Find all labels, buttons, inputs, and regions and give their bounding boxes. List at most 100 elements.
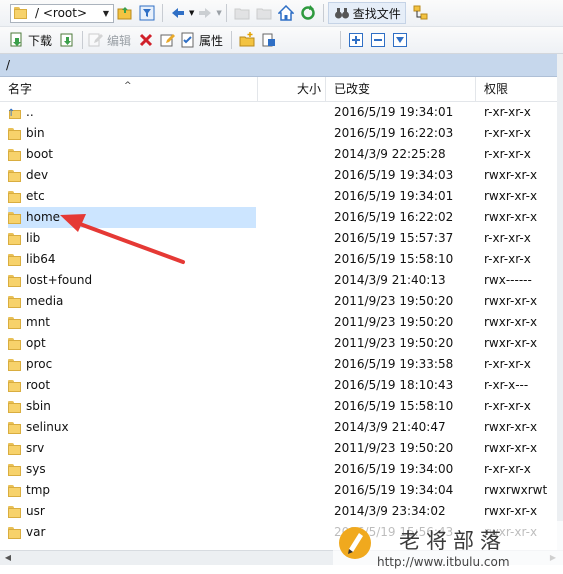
- properties-button[interactable]: 属性: [179, 30, 223, 50]
- vertical-scrollbar[interactable]: [557, 54, 563, 550]
- file-row[interactable]: boot 2014/3/9 22:25:28 r-xr-xr-x: [0, 144, 557, 165]
- file-row[interactable]: etc 2016/5/19 19:34:01 rwxr-xr-x: [0, 186, 557, 207]
- top-toolbar: / <root> ▼ ▼ ▼ 查找文件: [0, 0, 563, 27]
- file-row-home[interactable]: home 2016/5/19 16:22:02 rwxr-xr-x: [0, 207, 557, 228]
- file-modified: 2016/5/19 15:58:10: [334, 252, 454, 266]
- file-modified: 2016/5/19 19:33:58: [334, 357, 454, 371]
- file-row[interactable]: bin 2016/5/19 16:22:03 r-xr-xr-x: [0, 123, 557, 144]
- file-name-cell: lib: [8, 228, 256, 249]
- new-folder-icon[interactable]: [237, 30, 257, 50]
- filter-icon[interactable]: [137, 3, 157, 23]
- refresh-icon[interactable]: [298, 3, 318, 23]
- file-name-cell: boot: [8, 144, 256, 165]
- file-name-cell: opt: [8, 333, 256, 354]
- open-folder-icon[interactable]: [115, 3, 135, 23]
- file-row[interactable]: selinux 2014/3/9 21:40:47 rwxr-xr-x: [0, 417, 557, 438]
- download-label: 下载: [28, 33, 53, 48]
- expand-icon[interactable]: [346, 30, 366, 50]
- file-row[interactable]: sys 2016/5/19 19:34:00 r-xr-xr-x: [0, 459, 557, 480]
- address-bar[interactable]: /: [0, 54, 557, 77]
- file-name-cell: etc: [8, 186, 256, 207]
- file-permissions: rwxr-xr-x: [484, 504, 538, 518]
- file-permissions: rwxr-xr-x: [484, 168, 538, 182]
- file-modified: 2011/9/23 19:50:20: [334, 336, 454, 350]
- file-permissions: rwxr-xr-x: [484, 336, 538, 350]
- edit-button[interactable]: 编辑: [87, 30, 131, 50]
- file-row[interactable]: proc 2016/5/19 19:33:58 r-xr-xr-x: [0, 354, 557, 375]
- file-row[interactable]: mnt 2011/9/23 19:50:20 rwxr-xr-x: [0, 312, 557, 333]
- file-modified: 2014/3/9 22:25:28: [334, 147, 446, 161]
- file-row[interactable]: lib64 2016/5/19 15:58:10 r-xr-xr-x: [0, 249, 557, 270]
- file-name: tmp: [26, 483, 51, 497]
- file-permissions: rwxrwxrwt: [484, 483, 548, 497]
- folder-icon: [8, 484, 21, 497]
- file-row[interactable]: media 2011/9/23 19:50:20 rwxr-xr-x: [0, 291, 557, 312]
- file-row[interactable]: lib 2016/5/19 15:57:37 r-xr-xr-x: [0, 228, 557, 249]
- back-arrow-icon[interactable]: [168, 3, 188, 23]
- file-modified: 2011/9/23 19:50:20: [334, 294, 454, 308]
- folder-icon: [8, 526, 21, 539]
- chevron-down-icon[interactable]: ▼: [99, 9, 113, 18]
- file-list-header: 名字 ^ 大小 已改变 权限: [0, 77, 557, 102]
- file-name: dev: [26, 168, 49, 182]
- file-row[interactable]: sbin 2016/5/19 15:58:10 r-xr-xr-x: [0, 396, 557, 417]
- column-header-modified[interactable]: 已改变: [326, 77, 476, 101]
- new-file-icon[interactable]: [259, 30, 279, 50]
- file-modified: 2011/9/23 19:50:20: [334, 315, 454, 329]
- file-name: opt: [26, 336, 46, 350]
- select-filter-icon[interactable]: [390, 30, 410, 50]
- file-name-cell: var: [8, 522, 256, 543]
- column-header-name[interactable]: 名字 ^: [0, 77, 258, 101]
- path-dropdown[interactable]: / <root> ▼: [10, 3, 114, 23]
- file-modified: 2011/9/23 19:50:20: [334, 441, 454, 455]
- file-permissions: r-xr-x---: [484, 378, 529, 392]
- file-permissions: r-xr-xr-x: [484, 462, 531, 476]
- file-permissions: r-xr-xr-x: [484, 126, 531, 140]
- file-row[interactable]: tmp 2016/5/19 19:34:04 rwxrwxrwt: [0, 480, 557, 501]
- sort-ascending-icon: ^: [124, 81, 132, 91]
- scroll-left-icon[interactable]: ◀: [2, 552, 14, 564]
- file-row[interactable]: srv 2011/9/23 19:50:20 rwxr-xr-x: [0, 438, 557, 459]
- file-name-cell: lost+found: [8, 270, 256, 291]
- file-name-cell: ..: [7, 102, 256, 124]
- forward-dropdown-icon[interactable]: ▼: [216, 9, 221, 17]
- toolbar-separator: [82, 31, 84, 49]
- file-toolbar: 下载 编辑 属性: [0, 27, 563, 54]
- rename-icon[interactable]: [158, 30, 178, 50]
- file-row[interactable]: lost+found 2014/3/9 21:40:13 rwx------: [0, 270, 557, 291]
- column-header-size[interactable]: 大小: [258, 77, 326, 101]
- column-header-permissions-label: 权限: [484, 82, 509, 96]
- file-name-cell: bin: [8, 123, 256, 144]
- download-options-icon[interactable]: [57, 30, 77, 50]
- home-icon[interactable]: [276, 3, 296, 23]
- folder-icon: [8, 295, 21, 308]
- file-row[interactable]: .. 2016/5/19 19:34:01 r-xr-xr-x: [0, 102, 557, 124]
- find-files-button[interactable]: 查找文件: [327, 2, 406, 24]
- file-name: sbin: [26, 399, 51, 413]
- file-row[interactable]: root 2016/5/19 18:10:43 r-xr-x---: [0, 375, 557, 396]
- file-row[interactable]: dev 2016/5/19 19:34:03 rwxr-xr-x: [0, 165, 557, 186]
- tree-view-icon[interactable]: [411, 3, 431, 23]
- root-directory-icon[interactable]: [254, 3, 274, 23]
- collapse-icon[interactable]: [368, 30, 388, 50]
- back-dropdown-icon[interactable]: ▼: [189, 9, 194, 17]
- folder-icon: [8, 442, 21, 455]
- file-row[interactable]: usr 2014/3/9 23:34:02 rwxr-xr-x: [0, 501, 557, 522]
- column-header-permissions[interactable]: 权限: [476, 77, 557, 101]
- folder-icon: [8, 190, 21, 203]
- folder-icon: [8, 379, 21, 392]
- download-button[interactable]: 下载: [8, 30, 52, 50]
- file-name-cell: usr: [8, 501, 256, 522]
- file-permissions: rwxr-xr-x: [484, 315, 538, 329]
- parent-directory-icon[interactable]: [232, 3, 252, 23]
- file-name: proc: [26, 357, 53, 371]
- watermark-title: 老将部落: [399, 529, 507, 553]
- download-icon: [9, 30, 25, 50]
- file-permissions: rwx------: [484, 273, 532, 287]
- file-row[interactable]: opt 2011/9/23 19:50:20 rwxr-xr-x: [0, 333, 557, 354]
- watermark: 老将部落 http://www.itbulu.com: [333, 521, 563, 574]
- file-name-cell: root: [8, 375, 256, 396]
- delete-icon[interactable]: [136, 30, 156, 50]
- forward-arrow-icon[interactable]: [195, 3, 215, 23]
- file-permissions: r-xr-xr-x: [484, 357, 531, 371]
